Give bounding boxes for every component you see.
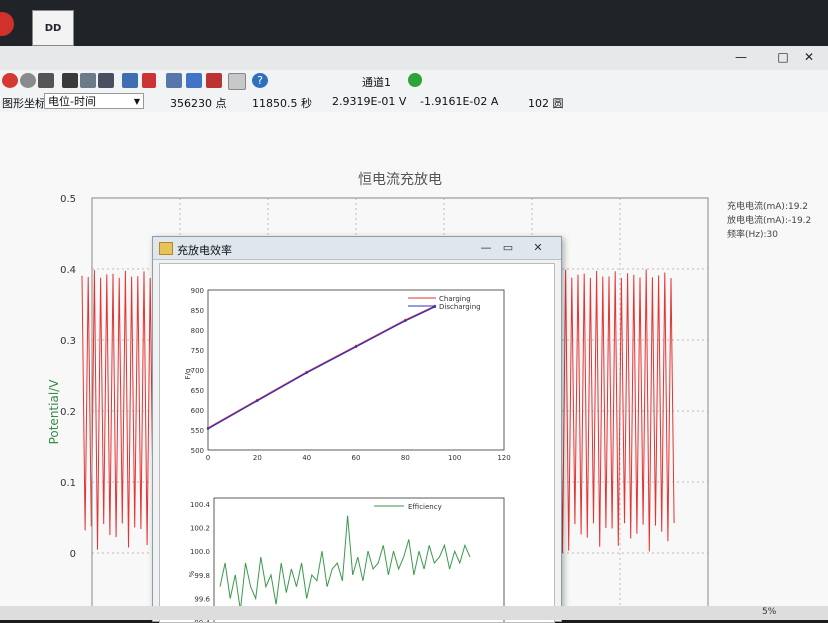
cap-series-point <box>256 399 259 402</box>
cycles-value: 102 圆 <box>528 97 564 110</box>
cap-y-tick-label: 550 <box>191 427 204 435</box>
cap-y-tick-label: 800 <box>191 327 204 335</box>
pause-icon[interactable] <box>20 73 36 88</box>
dialog-minimize-button[interactable]: — <box>475 239 497 255</box>
y-tick-label: 0 <box>70 549 76 560</box>
cap-y-axis-label: F/g <box>184 369 192 380</box>
data-icon[interactable] <box>98 73 114 88</box>
cap-x-tick-label: 40 <box>302 454 311 462</box>
cap-x-tick-label: 80 <box>401 454 410 462</box>
record-icon[interactable] <box>38 73 54 88</box>
progress-percent: 5% <box>762 607 777 617</box>
time-value: 11850.5 秒 <box>252 97 312 110</box>
cap-series-point <box>354 345 358 348</box>
cap-y-tick-label: 850 <box>191 307 204 315</box>
y-tick-label: 0.2 <box>60 407 76 418</box>
channel-label: 通道1 <box>362 76 391 89</box>
test-parameters: 充电电流(mA):19.2 放电电流(mA):-19.2 频率(Hz):30 <box>727 200 811 242</box>
desktop-top-strip: DD <box>0 0 828 50</box>
close-button[interactable]: ✕ <box>798 49 820 65</box>
dialog-maximize-button[interactable]: ▭ <box>497 239 519 255</box>
cap-y-tick-label: 500 <box>191 447 204 455</box>
current-value: -1.9161E-02 A <box>420 95 499 108</box>
legend-label: Efficiency <box>408 503 442 511</box>
y-tick-label: 0.3 <box>60 336 76 347</box>
cap-plot-frame <box>207 289 505 451</box>
cap-y-tick-label: 750 <box>191 347 204 355</box>
bottom-strip: 5% <box>0 606 828 620</box>
app-logo: DD <box>32 10 74 46</box>
eff-y-tick-label: 100.2 <box>190 525 210 533</box>
y-axis-label: Potential/V <box>47 379 61 445</box>
legend-label: Discharging <box>439 303 481 311</box>
print-icon[interactable] <box>80 73 96 88</box>
cap-series-point <box>404 319 407 322</box>
eff-y-tick-label: 100.4 <box>190 501 211 509</box>
discharge-current-label: 放电电流(mA):-19.2 <box>727 216 812 226</box>
efficiency-chart: 100.4100.2100.099.899.699.4%Efficiency <box>188 497 505 622</box>
cap-x-tick-label: 0 <box>206 454 210 462</box>
cap-x-tick-label: 60 <box>352 454 361 462</box>
dialog-close-button[interactable]: ✕ <box>527 239 549 255</box>
y-tick-label: 0.5 <box>60 194 76 205</box>
signal-icon[interactable] <box>206 73 222 88</box>
maximize-button[interactable]: □ <box>772 49 794 65</box>
channel-status-icon <box>408 73 422 87</box>
wave-icon[interactable] <box>228 73 246 90</box>
move-icon[interactable] <box>122 73 138 88</box>
cap-x-tick-label: 120 <box>497 454 510 462</box>
cap-x-tick-label: 20 <box>253 454 262 462</box>
capacitance-chart: 900 850 800 750 700 650 600 550 5000 20 40 60 80 100 1… <box>184 287 511 462</box>
coord-select-value: 电位-时间 <box>48 95 96 108</box>
grid-icon[interactable] <box>166 73 182 88</box>
dialog-body: 900 850 800 750 700 650 600 550 500 0 20 40 60 80 100 1… <box>159 263 555 623</box>
coord-label: 图形坐标 <box>2 97 46 110</box>
save-icon[interactable] <box>62 73 78 88</box>
stop-icon[interactable] <box>2 73 18 88</box>
eff-y-tick-label: 99.8 <box>194 572 210 580</box>
efficiency-dialog: 充放电效率 — ▭ ✕ 900 850 800 750 700 650 600 550 500 0… <box>152 236 562 623</box>
cap-x-tick-label: 100 <box>448 454 461 462</box>
minimize-button[interactable]: — <box>730 49 752 65</box>
charge-current-label: 充电电流(mA):19.2 <box>727 202 809 212</box>
record-indicator-icon <box>0 12 14 36</box>
cap-y-tick-label: 700 <box>191 367 204 375</box>
title-bar: — □ ✕ <box>0 46 828 71</box>
dialog-title: 充放电效率 <box>177 244 232 257</box>
voltage-value: 2.9319E-01 V <box>332 95 407 108</box>
toolbar: ? 通道1 <box>0 70 828 93</box>
eff-y-tick-label: 99.6 <box>194 596 210 604</box>
cap-y-tick-label: 900 <box>191 287 204 295</box>
folder-icon <box>159 242 173 255</box>
chevron-down-icon: ▼ <box>133 97 140 106</box>
crosshair-icon[interactable] <box>142 73 156 88</box>
frequency-label: 频率(Hz):30 <box>727 230 778 240</box>
points-value: 356230 点 <box>170 97 227 110</box>
cap-series-point <box>206 427 210 430</box>
cap-series-point <box>305 371 308 374</box>
cap-y-tick-label: 600 <box>191 407 204 415</box>
coord-select[interactable]: 电位-时间 ▼ <box>44 93 144 109</box>
y-tick-label: 0.4 <box>60 265 76 276</box>
status-bar: 图形坐标 电位-时间 ▼ 356230 点 11850.5 秒 2.9319E-… <box>0 92 828 113</box>
export-icon[interactable] <box>186 73 202 88</box>
chart-title: 恒电流充放电 <box>358 172 442 188</box>
y-tick-label: 0.1 <box>60 478 76 489</box>
legend-label: Charging <box>439 295 471 303</box>
help-icon[interactable]: ? <box>252 73 268 88</box>
eff-y-tick-label: 100.0 <box>190 548 210 556</box>
cap-y-tick-label: 650 <box>191 387 204 395</box>
dialog-title-bar: 充放电效率 — ▭ ✕ <box>153 237 561 260</box>
eff-y-axis-label: % <box>188 570 196 577</box>
